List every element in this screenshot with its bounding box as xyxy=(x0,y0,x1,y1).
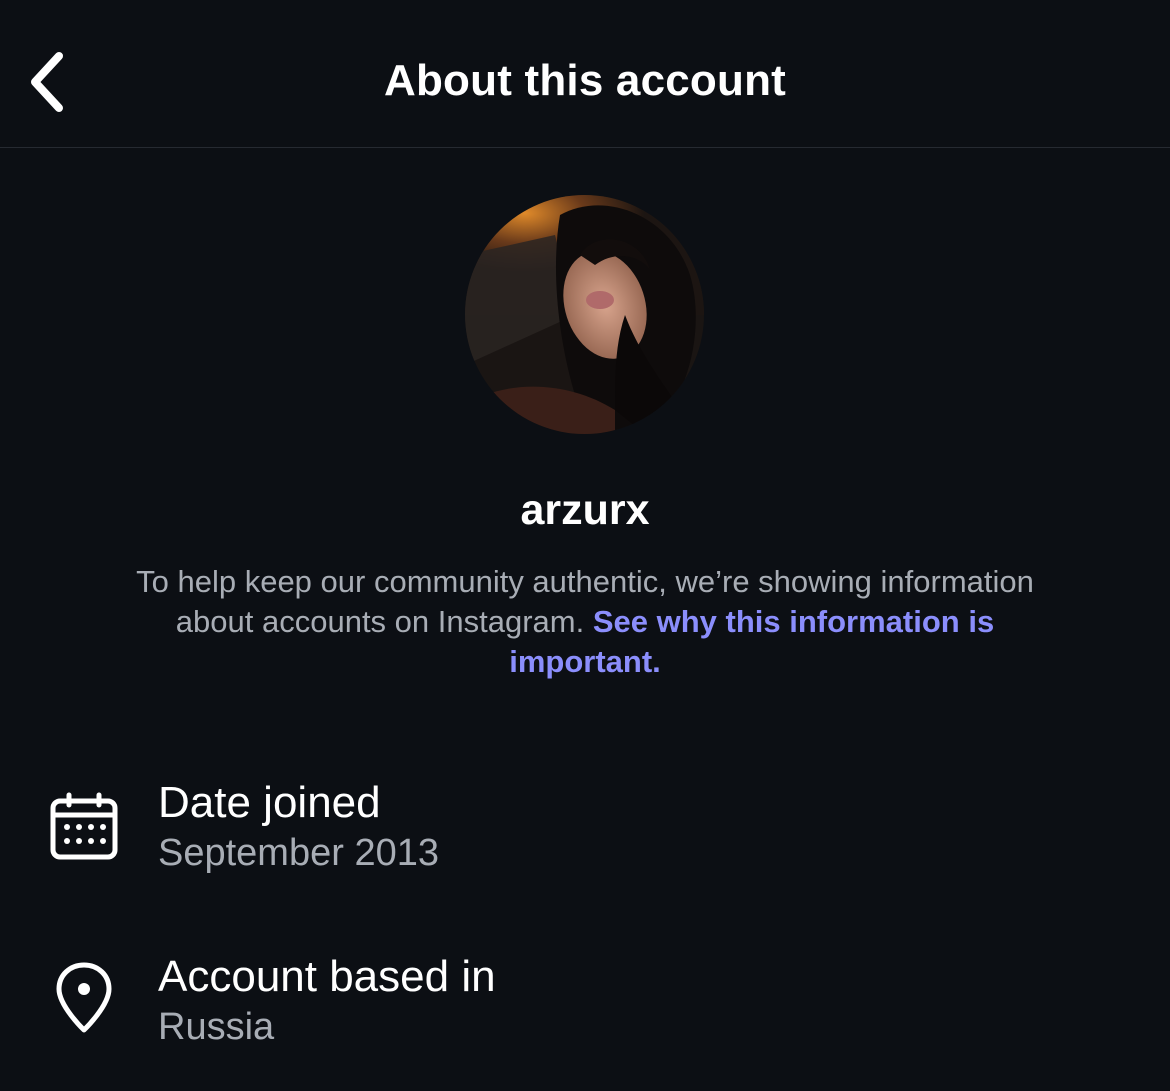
username: arzurx xyxy=(520,486,650,534)
location-pin-icon xyxy=(48,962,120,1034)
date-joined-value: September 2013 xyxy=(158,832,439,874)
avatar[interactable] xyxy=(465,195,704,434)
date-joined-row: Date joined September 2013 xyxy=(0,772,1170,882)
account-based-in-row: Account based in Russia xyxy=(0,946,1170,1056)
date-joined-label: Date joined xyxy=(158,778,381,827)
calendar-icon xyxy=(48,790,120,862)
account-based-in-value: Russia xyxy=(158,1006,275,1048)
page-title: About this account xyxy=(383,56,787,105)
about-account-screen: About this account arzurx To help keep o… xyxy=(0,0,1170,1091)
profile-photo xyxy=(465,195,704,434)
info-description: To help keep our community authentic, we… xyxy=(110,562,1060,682)
account-based-in-label: Account based in xyxy=(158,952,496,1001)
header-bar: About this account xyxy=(0,0,1170,148)
